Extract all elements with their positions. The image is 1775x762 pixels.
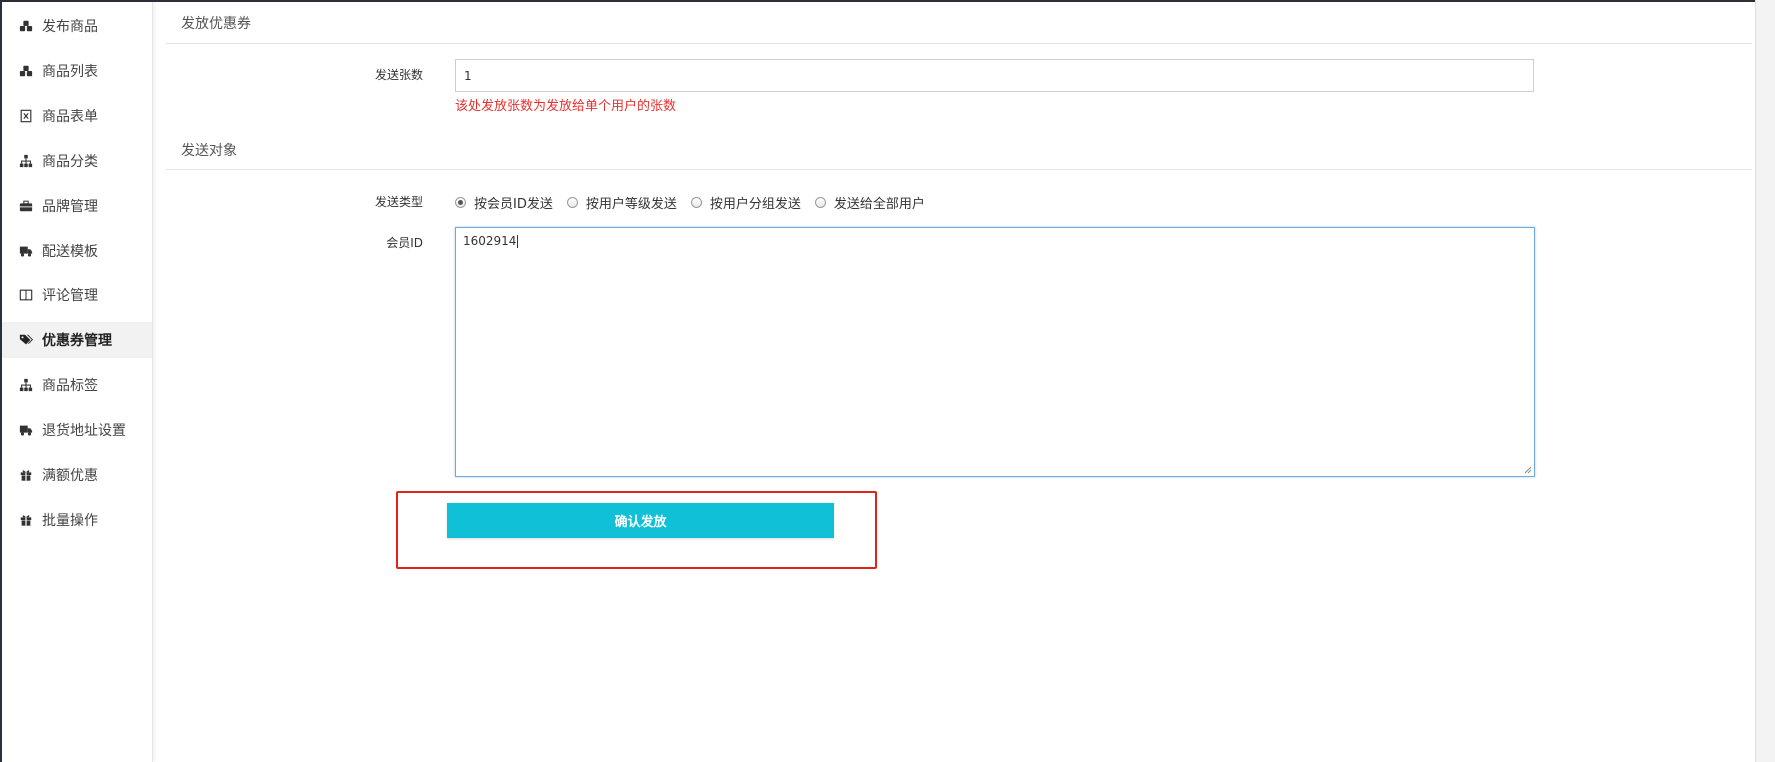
gift-icon (18, 512, 34, 528)
sidebar-item-label: 优惠券管理 (42, 333, 112, 349)
section-title-send-target: 发送对象 (181, 143, 237, 159)
sidebar-item-label: 发布商品 (42, 19, 98, 35)
sidebar-item-label: 批量操作 (42, 513, 98, 529)
send-type-label: 发送类型 (374, 195, 423, 209)
radio-button[interactable] (455, 197, 466, 208)
quantity-input[interactable]: 1 (455, 59, 1534, 92)
resize-grip-icon[interactable] (1524, 466, 1532, 474)
cubes-icon (18, 63, 34, 79)
confirm-issue-button[interactable]: 确认发放 (447, 503, 834, 538)
sidebar-item-batch-operation[interactable]: 批量操作 (2, 502, 152, 538)
sidebar-item-product-category[interactable]: 商品分类 (2, 143, 152, 179)
radio-by-user-group[interactable]: 按用户分组发送 (690, 193, 801, 212)
gift-icon (18, 467, 34, 483)
sidebar-item-full-discount[interactable]: 满额优惠 (2, 457, 152, 493)
section-divider (166, 169, 1752, 170)
sidebar-item-label: 配送模板 (42, 244, 98, 260)
quantity-label: 发送张数 (374, 68, 423, 82)
sitemap-icon (18, 377, 34, 393)
sidebar-item-label: 满额优惠 (42, 468, 98, 484)
tags-icon (18, 332, 34, 348)
sidebar-item-publish-product[interactable]: 发布商品 (2, 8, 152, 44)
section-divider (166, 43, 1752, 44)
radio-button[interactable] (814, 197, 826, 208)
member-id-textarea[interactable]: 1602914 (455, 227, 1535, 477)
radio-button[interactable] (690, 197, 702, 208)
radio-label: 按用户分组发送 (709, 197, 801, 212)
text-caret (517, 235, 519, 248)
sidebar-item-product-form[interactable]: 商品表单 (2, 98, 152, 134)
radio-all-users[interactable]: 发送给全部用户 (814, 193, 925, 212)
sidebar-item-label: 商品表单 (42, 109, 98, 125)
columns-icon (18, 287, 34, 303)
quantity-hint: 该处发放张数为发放给单个用户的张数 (455, 99, 677, 114)
truck-icon (18, 422, 34, 438)
briefcase-icon (18, 198, 34, 214)
sidebar-item-label: 商品列表 (42, 64, 98, 80)
scrollbar-track[interactable] (1755, 0, 1775, 762)
sidebar-item-label: 商品分类 (42, 154, 98, 170)
sidebar-item-return-address[interactable]: 退货地址设置 (2, 412, 152, 448)
sidebar-item-product-tags[interactable]: 商品标签 (2, 367, 152, 403)
sidebar-item-brand-management[interactable]: 品牌管理 (2, 188, 152, 224)
sidebar-item-product-list[interactable]: 商品列表 (2, 53, 152, 89)
sidebar-item-label: 品牌管理 (42, 199, 98, 215)
cubes-icon (18, 18, 34, 34)
sidebar-item-label: 退货地址设置 (42, 423, 126, 439)
send-type-radio-group: 按会员ID发送 按用户等级发送 按用户分组发送 发送给全部用户 (455, 193, 939, 212)
sidebar-item-label: 评论管理 (42, 288, 98, 304)
section-title-issue-coupon: 发放优惠券 (181, 16, 251, 32)
sidebar-item-shipping-template[interactable]: 配送模板 (2, 233, 152, 269)
truck-icon (18, 243, 34, 259)
radio-by-user-level[interactable]: 按用户等级发送 (566, 193, 677, 212)
radio-label: 按用户等级发送 (585, 197, 677, 212)
member-id-label: 会员ID (386, 236, 423, 250)
member-id-value: 1602914 (463, 234, 517, 248)
sidebar-item-coupon-management[interactable]: 优惠券管理 (2, 322, 152, 358)
radio-label: 按会员ID发送 (474, 197, 553, 212)
radio-by-member-id[interactable]: 按会员ID发送 (455, 193, 553, 212)
sidebar: 发布商品 商品列表 商品表单 商品分类 品牌管理 配送模板 评论管理 优惠券管理… (2, 2, 153, 762)
excel-file-icon (18, 108, 34, 124)
radio-button[interactable] (566, 197, 578, 208)
radio-label: 发送给全部用户 (833, 197, 925, 212)
sidebar-item-review-management[interactable]: 评论管理 (2, 277, 152, 313)
sidebar-item-label: 商品标签 (42, 378, 98, 394)
quantity-value: 1 (464, 68, 472, 83)
sitemap-icon (18, 153, 34, 169)
